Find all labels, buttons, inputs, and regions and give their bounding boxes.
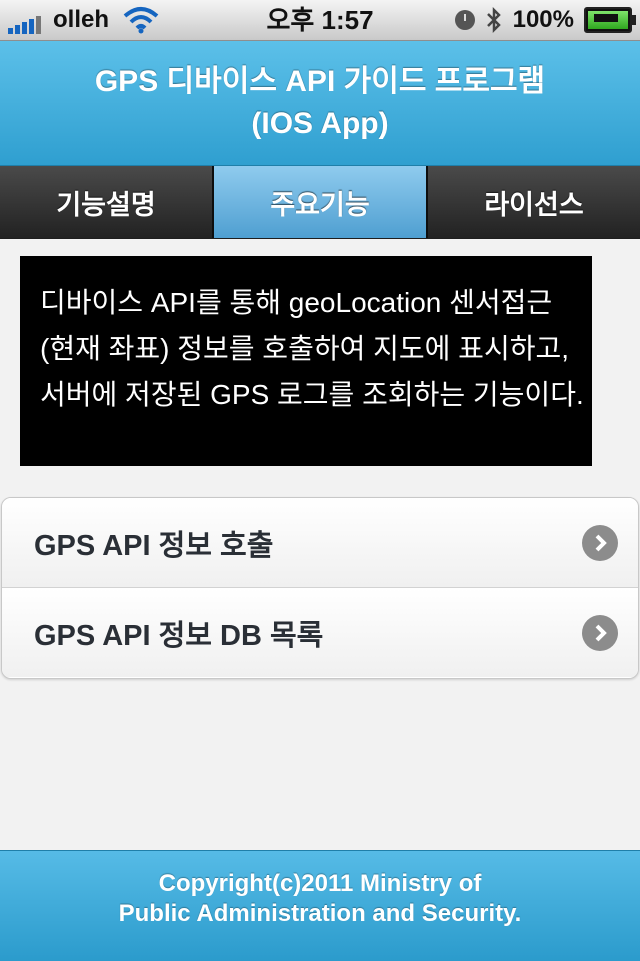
chevron-right-icon — [582, 524, 618, 561]
list-item-gps-api-call[interactable]: GPS API 정보 호출 — [2, 498, 638, 587]
status-bar: olleh 오후 1:57 100% — [0, 0, 640, 41]
list-item-gps-api-db-list[interactable]: GPS API 정보 DB 목록 — [2, 587, 638, 677]
tab-feature-description[interactable]: 기능설명 — [0, 166, 214, 238]
tab-main-features[interactable]: 주요기능 — [214, 166, 428, 238]
header-title-line1: GPS 디바이스 API 가이드 프로그램 — [94, 65, 546, 98]
list-item-label: GPS API 정보 DB 목록 — [34, 619, 324, 652]
bluetooth-icon — [486, 6, 501, 34]
battery-charging-icon — [584, 7, 636, 33]
app-header: GPS 디바이스 API 가이드 프로그램 (IOS App) — [0, 41, 640, 166]
footer-copyright-line2: Public Administration and Security. — [118, 900, 522, 927]
battery-percent: 100% — [512, 6, 574, 33]
status-right: 100% — [454, 4, 636, 36]
clock-icon — [454, 10, 475, 30]
tab-license[interactable]: 라이선스 — [428, 166, 640, 238]
feature-list: GPS API 정보 호출 GPS API 정보 DB 목록 — [1, 497, 639, 679]
feature-description-text: 디바이스 API를 통해 geoLocation 센서접근(현재 좌표) 정보를… — [20, 256, 592, 466]
list-item-label: GPS API 정보 호출 — [34, 529, 274, 562]
app-footer: Copyright(c)2011 Ministry of Public Admi… — [0, 850, 640, 961]
chevron-right-icon — [582, 614, 618, 651]
footer-copyright-line1: Copyright(c)2011 Ministry of — [158, 870, 482, 897]
tab-bar: 기능설명 주요기능 라이선스 — [0, 166, 640, 239]
header-title-line2: (IOS App) — [251, 107, 389, 140]
